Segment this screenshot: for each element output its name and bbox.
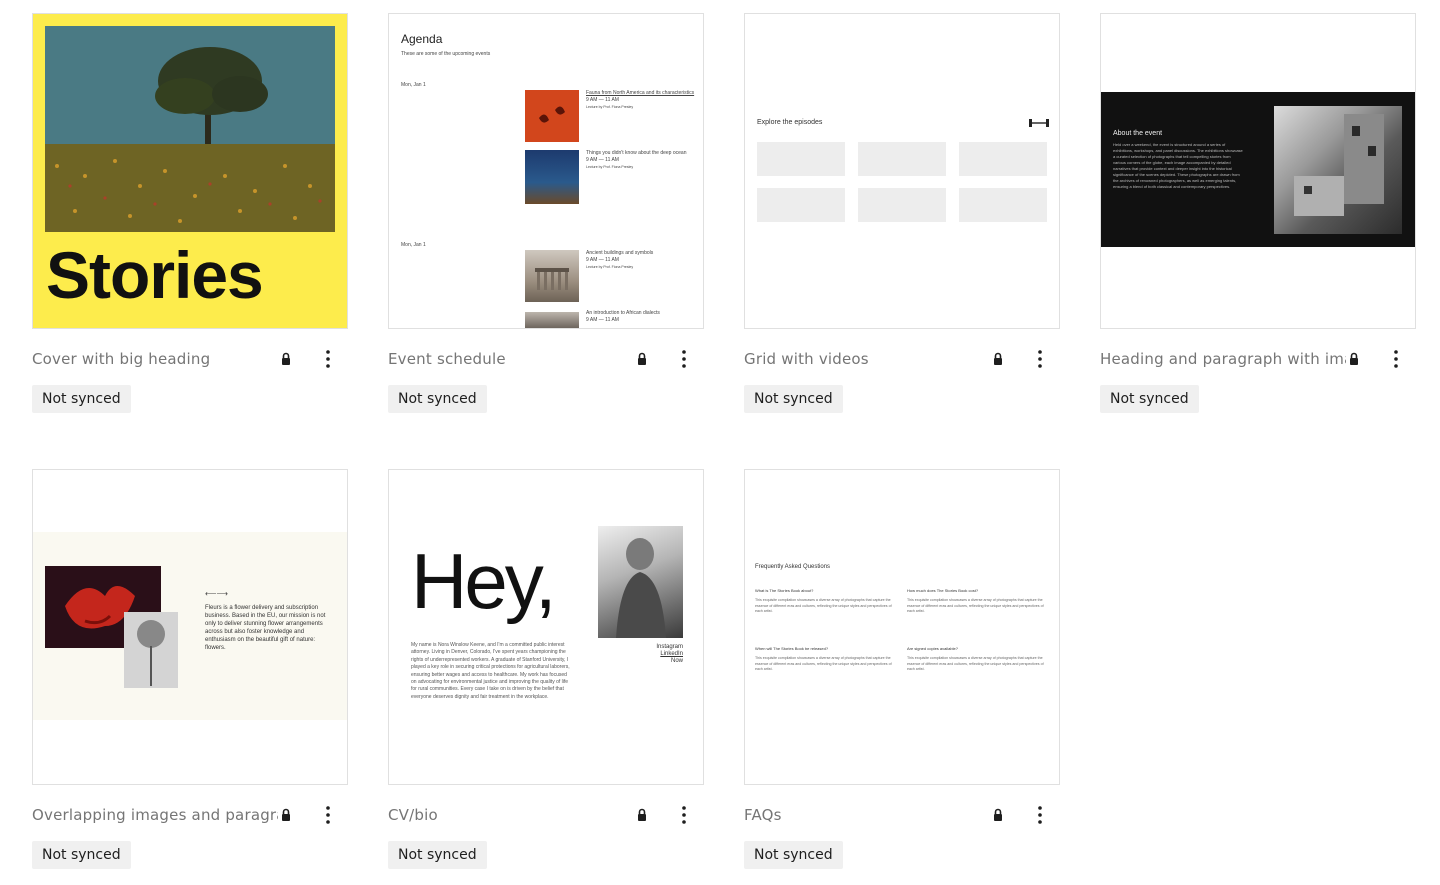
agenda-date: Mon, Jan 1	[401, 242, 426, 248]
more-vertical-icon[interactable]	[318, 347, 338, 371]
event-time: 9 AM — 11 AM	[586, 317, 619, 323]
flower-image-gray	[124, 612, 178, 688]
video-placeholder[interactable]	[959, 188, 1047, 222]
sync-status-badge: Not synced	[1100, 385, 1199, 413]
event-name[interactable]: Fauna from North America and its charact…	[586, 90, 696, 97]
lock-icon	[994, 352, 1002, 365]
link-instagram[interactable]: Instagram	[629, 644, 683, 651]
sync-status-badge: Not synced	[388, 385, 487, 413]
video-placeholder[interactable]	[757, 188, 845, 222]
overlap-band: ⟵⟶ Fleurs is a flower delivery and subsc…	[33, 532, 347, 720]
link-linkedin[interactable]: LinkedIn	[629, 651, 683, 658]
agenda-subtitle: These are some of the upcoming events	[401, 51, 491, 57]
event-image	[525, 250, 579, 302]
event-name[interactable]: Things you didn't know about the deep oc…	[586, 150, 696, 157]
cover-heading: Stories	[46, 238, 264, 312]
lock-icon	[994, 808, 1002, 821]
video-placeholder[interactable]	[858, 142, 946, 176]
link-now[interactable]: Now	[629, 658, 683, 665]
about-text: Held over a weekend, the event is struct…	[1113, 142, 1243, 189]
event-image	[525, 312, 579, 328]
sync-status-badge: Not synced	[388, 841, 487, 869]
event-image	[525, 90, 579, 142]
faq-answer: This exquisite compilation showcases a d…	[755, 598, 892, 614]
more-vertical-icon[interactable]	[318, 803, 338, 827]
sync-status-badge: Not synced	[744, 385, 843, 413]
faq-answer: This exquisite compilation showcases a d…	[755, 656, 892, 672]
slider-arrows-icon[interactable]	[1029, 119, 1049, 127]
more-vertical-icon[interactable]	[674, 347, 694, 371]
event-host: Lecture by Prof. Fiona Presley	[586, 165, 634, 169]
faq-answer: This exquisite compilation showcases a d…	[907, 656, 1044, 672]
video-placeholder[interactable]	[959, 142, 1047, 176]
lock-icon	[282, 808, 290, 821]
faq-question: How much does The Stories Book cost?	[907, 588, 979, 593]
faq-answer: This exquisite compilation showcases a d…	[907, 598, 1044, 614]
pattern-title: CV/bio	[388, 806, 438, 824]
faq-question: What is The Stories Book about?	[755, 588, 814, 593]
pattern-title: Grid with videos	[744, 350, 869, 368]
faq-question: When will The Stories Book be released?	[755, 646, 829, 651]
event-time: 9 AM — 11 AM	[586, 97, 619, 103]
video-placeholder[interactable]	[858, 188, 946, 222]
lock-icon	[1350, 352, 1358, 365]
agenda-date: Mon, Jan 1	[401, 82, 426, 88]
lock-icon	[282, 352, 290, 365]
about-band: About the event Held over a weekend, the…	[1101, 92, 1415, 247]
pattern-title: Cover with big heading	[32, 350, 211, 368]
more-vertical-icon[interactable]	[1030, 803, 1050, 827]
pattern-preview[interactable]: ⟵⟶ Fleurs is a flower delivery and subsc…	[32, 469, 348, 785]
overlap-text: Fleurs is a flower delivery and subscrip…	[205, 605, 326, 651]
event-time: 9 AM — 11 AM	[586, 157, 619, 163]
sync-status-badge: Not synced	[32, 841, 131, 869]
more-vertical-icon[interactable]	[1030, 347, 1050, 371]
pattern-title: Event schedule	[388, 350, 506, 368]
pattern-title: FAQs	[744, 806, 782, 824]
pattern-title: Overlapping images and paragraph	[32, 806, 278, 824]
pattern-preview[interactable]: Explore the episodes	[744, 13, 1060, 329]
cv-bio-text: My name is Nora Winslow Keene, and I'm a…	[411, 642, 570, 700]
more-vertical-icon[interactable]	[1386, 347, 1406, 371]
faq-question: Are signed copies available?	[907, 646, 958, 651]
episodes-title: Explore the episodes	[757, 119, 823, 126]
event-item: Fauna from North America and its charact…	[586, 90, 696, 111]
cv-heading: Hey,	[411, 537, 557, 625]
agenda-title: Agenda	[401, 32, 443, 46]
event-name[interactable]: Ancient buildings and symbols	[586, 250, 696, 257]
pattern-preview[interactable]: Stories	[32, 13, 348, 329]
event-host: Lecture by Prof. Fiona Presley	[586, 265, 634, 269]
pattern-preview[interactable]: About the event Held over a weekend, the…	[1100, 13, 1416, 329]
lock-icon	[638, 352, 646, 365]
event-item: An introduction to African dialects 9 AM…	[586, 310, 696, 324]
event-item: Things you didn't know about the deep oc…	[586, 150, 696, 171]
lock-icon	[638, 808, 646, 821]
more-vertical-icon[interactable]	[674, 803, 694, 827]
cv-photo	[598, 526, 683, 638]
cover-image	[45, 26, 335, 232]
event-host: Lecture by Prof. Fiona Presley	[586, 105, 634, 109]
event-time: 9 AM — 11 AM	[586, 257, 619, 263]
pattern-preview[interactable]: Hey, Instagram LinkedIn Now My name is N…	[388, 469, 704, 785]
cv-links: Instagram LinkedIn Now	[629, 644, 683, 665]
pattern-preview[interactable]: Frequently Asked Questions What is The S…	[744, 469, 1060, 785]
video-placeholder[interactable]	[757, 142, 845, 176]
pattern-title: Heading and paragraph with image	[1100, 350, 1346, 368]
about-title: About the event	[1113, 130, 1163, 137]
pattern-preview[interactable]: Agenda These are some of the upcoming ev…	[388, 13, 704, 329]
event-item: Ancient buildings and symbols 9 AM — 11 …	[586, 250, 696, 271]
sync-status-badge: Not synced	[32, 385, 131, 413]
slider-arrows-icon[interactable]: ⟵⟶	[205, 590, 228, 598]
event-name[interactable]: An introduction to African dialects	[586, 310, 696, 317]
event-image	[525, 150, 579, 204]
faq-title: Frequently Asked Questions	[755, 564, 831, 570]
sync-status-badge: Not synced	[744, 841, 843, 869]
about-image	[1274, 106, 1402, 234]
